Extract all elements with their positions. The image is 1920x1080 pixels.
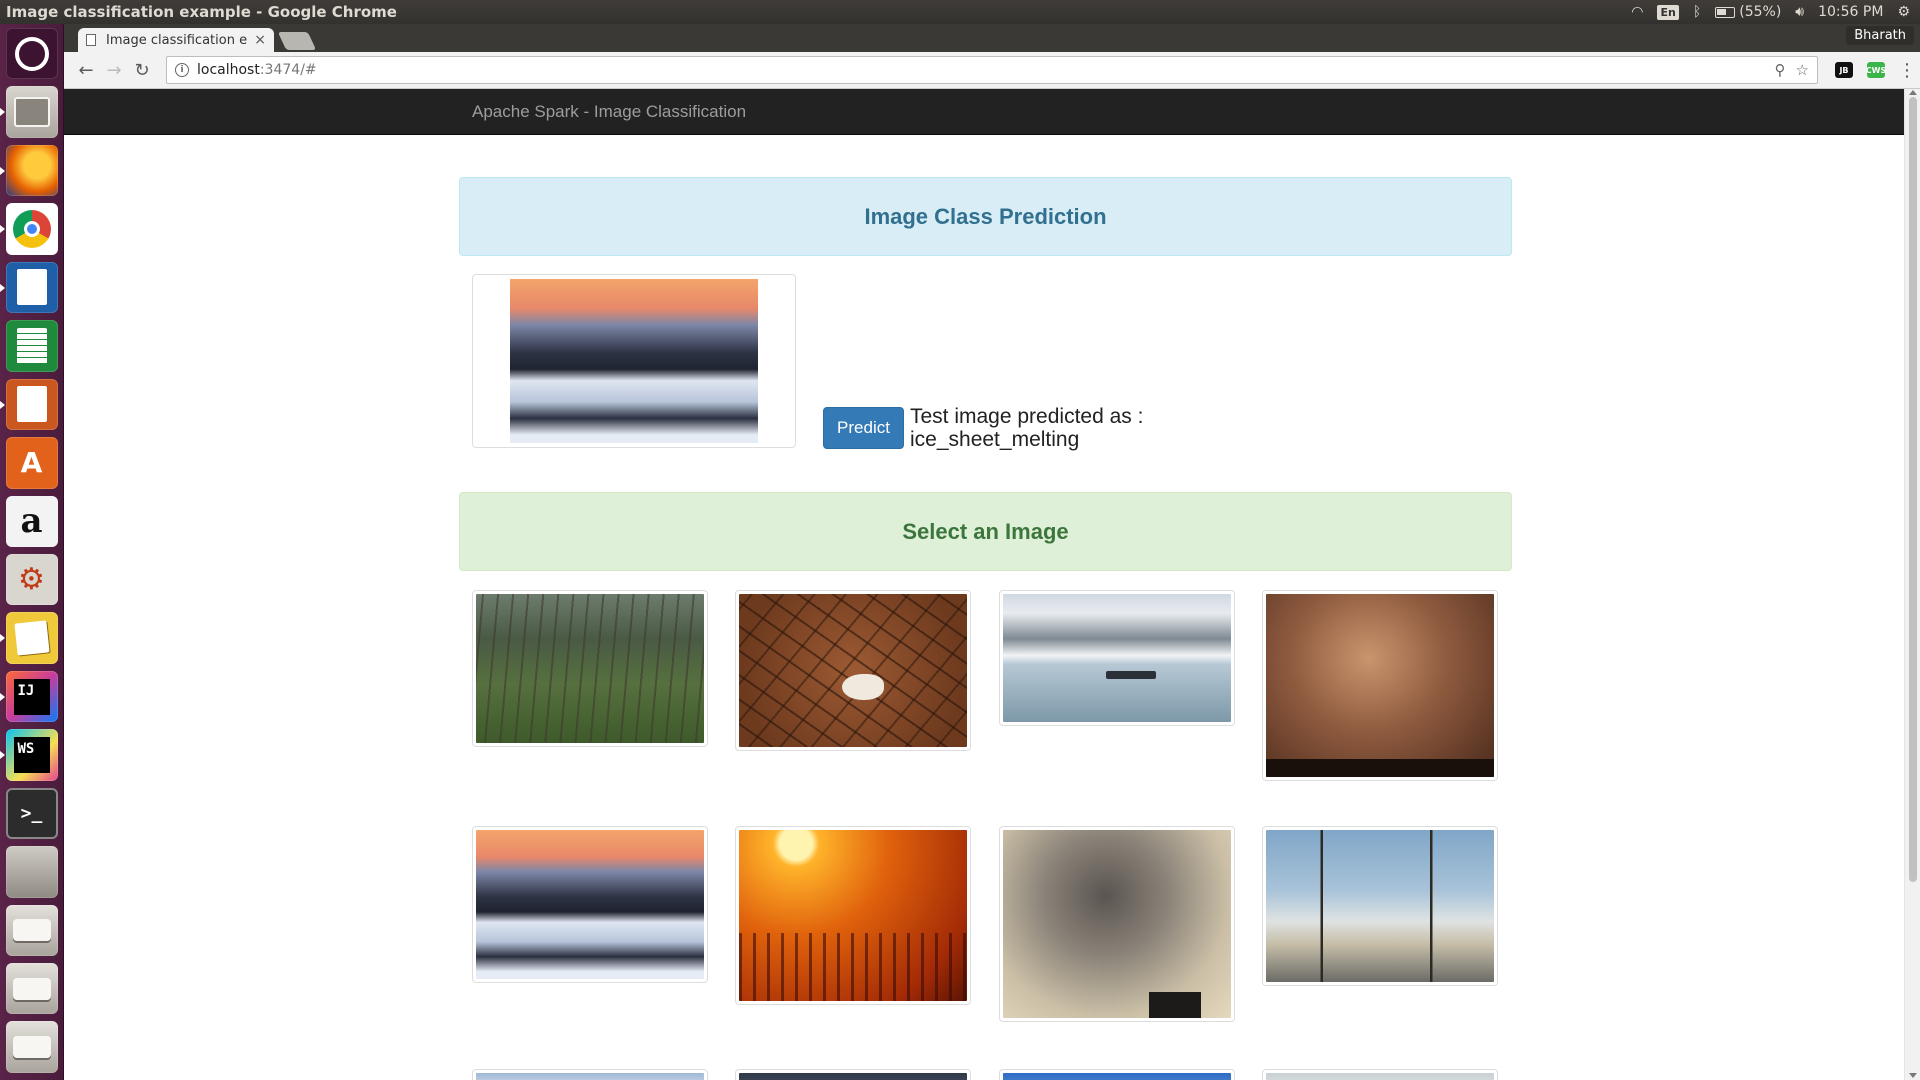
tab-strip: Image classification e × Bharath	[64, 24, 1920, 52]
webstorm-icon[interactable]: WS	[0, 729, 58, 781]
disk-icon[interactable]	[5, 963, 58, 1015]
page-icon	[86, 34, 96, 46]
gallery-image	[1266, 594, 1494, 777]
keyboard-layout-indicator[interactable]: En	[1657, 4, 1679, 20]
browser-toolbar: ← → ↻ i localhost:3474/# ⚲ ☆ JB CWS ⋮	[64, 52, 1920, 89]
scanner-icon[interactable]	[5, 846, 58, 898]
software-center-icon[interactable]: A	[5, 437, 58, 489]
gallery-thumbnail[interactable]	[999, 1069, 1235, 1080]
info-icon[interactable]: i	[175, 63, 189, 77]
gallery-thumbnail[interactable]	[1262, 1069, 1498, 1080]
volume-icon[interactable]: 🔊︎	[1795, 4, 1804, 20]
gallery-panel-heading: Select an Image	[459, 492, 1512, 571]
selected-image	[510, 279, 758, 443]
gallery-image	[476, 830, 704, 979]
system-tray: ◠ En ᛒ (55%) 🔊︎ 10:56 PM ⚙	[1631, 4, 1920, 20]
terminal-icon[interactable]: >_	[5, 787, 58, 840]
close-icon[interactable]: ×	[254, 32, 266, 48]
menu-kebab-icon[interactable]: ⋮	[1898, 60, 1916, 81]
gallery-image	[739, 1073, 967, 1080]
prediction-label: Test image predicted as :	[910, 405, 1144, 428]
top-panel: Image classification example - Google Ch…	[0, 0, 1920, 24]
app-navbar: Apache Spark - Image Classification	[64, 89, 1920, 135]
gallery-image	[1266, 830, 1494, 982]
scroll-up-arrow-icon[interactable]	[1909, 90, 1917, 95]
clock[interactable]: 10:56 PM	[1818, 4, 1883, 20]
gallery-thumbnail[interactable]	[1262, 826, 1498, 986]
forward-arrow-icon[interactable]: →	[100, 56, 128, 84]
selected-image-frame	[472, 274, 796, 448]
amazon-icon[interactable]: a	[5, 495, 58, 547]
battery-percent: (55%)	[1739, 4, 1782, 20]
bookmark-star-icon[interactable]: ☆	[1796, 61, 1809, 79]
predict-button[interactable]: Predict	[823, 407, 904, 449]
gallery-thumbnail[interactable]	[735, 590, 971, 751]
settings-icon[interactable]: ⚙	[5, 553, 58, 606]
prediction-panel-heading: Image Class Prediction	[459, 177, 1512, 256]
launcher: A a ⚙ IJ WS >_	[0, 24, 64, 1080]
battery-indicator[interactable]: (55%)	[1715, 4, 1781, 20]
impress-icon[interactable]	[0, 378, 58, 431]
gallery-image	[476, 1073, 704, 1080]
scrollbar-thumb[interactable]	[1909, 97, 1917, 882]
jetbrains-extension-icon[interactable]: JB	[1835, 62, 1853, 78]
chrome-icon[interactable]	[0, 203, 58, 255]
address-bar[interactable]: i localhost:3474/# ⚲ ☆	[166, 56, 1818, 84]
gallery-image	[476, 594, 704, 743]
zoom-icon[interactable]: ⚲	[1775, 61, 1786, 79]
wifi-icon[interactable]: ◠	[1631, 4, 1643, 20]
gallery-thumbnail[interactable]	[472, 1069, 708, 1080]
gallery-thumbnail[interactable]	[735, 1069, 971, 1080]
page-viewport: Apache Spark - Image Classification Imag…	[64, 89, 1920, 1080]
gallery-image	[739, 830, 967, 1001]
disk-icon[interactable]	[5, 1021, 58, 1073]
writer-icon[interactable]	[0, 261, 58, 314]
gallery-image	[1266, 1073, 1494, 1080]
reload-icon[interactable]: ↻	[128, 56, 156, 84]
gallery-image	[739, 594, 967, 747]
gallery-image	[1003, 830, 1231, 1018]
intellij-icon[interactable]: IJ	[0, 670, 58, 723]
scroll-down-arrow-icon[interactable]	[1909, 1073, 1917, 1078]
cws-extension-icon[interactable]: CWS	[1866, 62, 1886, 78]
tab-active[interactable]: Image classification e ×	[78, 28, 274, 52]
profile-button[interactable]: Bharath	[1846, 26, 1914, 45]
tab-title: Image classification e	[106, 32, 248, 48]
navbar-brand[interactable]: Apache Spark - Image Classification	[472, 102, 746, 122]
prediction-heading: Image Class Prediction	[864, 203, 1107, 229]
gallery-heading: Select an Image	[902, 518, 1069, 544]
url-path: :3474/#	[259, 62, 317, 78]
browser-window: Image classification e × Bharath ← → ↻ i…	[64, 24, 1920, 1080]
vertical-scrollbar[interactable]	[1904, 89, 1920, 1080]
back-arrow-icon[interactable]: ←	[72, 56, 100, 84]
gallery-thumbnail[interactable]	[472, 590, 708, 747]
gallery-thumbnail[interactable]	[472, 826, 708, 983]
calc-icon[interactable]	[5, 320, 58, 372]
files-icon[interactable]	[0, 86, 58, 138]
new-tab-button[interactable]	[277, 32, 317, 50]
gallery-thumbnail[interactable]	[999, 826, 1235, 1022]
bluetooth-icon[interactable]: ᛒ	[1693, 4, 1701, 20]
dash-home-icon[interactable]	[5, 28, 58, 80]
gallery-thumbnail[interactable]	[735, 826, 971, 1005]
firefox-icon[interactable]	[0, 144, 58, 197]
gallery-image	[1003, 594, 1231, 722]
disk-icon[interactable]	[5, 904, 58, 956]
gear-icon[interactable]: ⚙	[1897, 4, 1910, 20]
prediction-result: Test image predicted as : ice_sheet_melt…	[910, 405, 1190, 451]
gallery-thumbnail[interactable]	[1262, 590, 1498, 781]
prediction-value: ice_sheet_melting	[910, 428, 1080, 451]
gallery-image	[1003, 1073, 1231, 1080]
url-host: localhost	[197, 62, 260, 78]
window-title: Image classification example - Google Ch…	[6, 3, 397, 21]
battery-icon	[1715, 6, 1736, 18]
gallery-thumbnail[interactable]	[999, 590, 1235, 726]
text-editor-icon[interactable]	[0, 612, 58, 664]
